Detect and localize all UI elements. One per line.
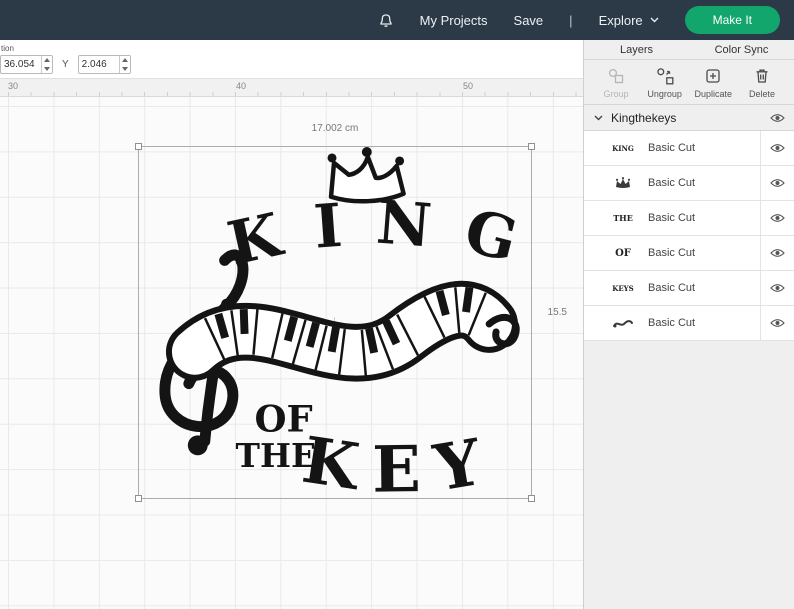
eye-icon bbox=[770, 284, 785, 292]
keys-layer-thumbnail: KEYS bbox=[612, 283, 634, 293]
bell-icon bbox=[379, 13, 392, 27]
layer-cut-type: Basic Cut bbox=[648, 282, 696, 294]
y-stepper-up[interactable] bbox=[120, 56, 130, 65]
chevron-down-icon bbox=[594, 115, 603, 120]
eye-icon bbox=[770, 179, 785, 187]
clef-keys-thumbnail bbox=[606, 311, 640, 335]
position-label: tion bbox=[1, 44, 14, 53]
delete-button[interactable]: Delete bbox=[738, 67, 786, 99]
the-layer-thumbnail: THE bbox=[613, 213, 633, 223]
ungroup-icon bbox=[656, 68, 674, 85]
my-projects-label: My Projects bbox=[419, 12, 488, 28]
of-layer-thumbnail: OF bbox=[615, 247, 631, 259]
x-stepper-down[interactable] bbox=[42, 65, 52, 74]
layer-row-keys[interactable]: KEYS Basic Cut bbox=[584, 271, 794, 306]
make-it-button[interactable]: Make It bbox=[684, 6, 780, 34]
topbar-divider: | bbox=[569, 12, 573, 28]
clef-keys-icon bbox=[613, 320, 633, 328]
layer-row-of[interactable]: OF Basic Cut bbox=[584, 236, 794, 271]
layer-row-king[interactable]: KING Basic Cut bbox=[584, 131, 794, 166]
ruler-tick-40: 40 bbox=[236, 81, 247, 91]
layer-group-header[interactable]: Kingthekeys bbox=[584, 105, 794, 131]
piano-key-ribbon bbox=[165, 280, 520, 382]
group-button[interactable]: Group bbox=[592, 67, 640, 99]
ungroup-button[interactable]: Ungroup bbox=[641, 67, 689, 99]
eye-icon bbox=[770, 249, 785, 257]
x-position-field[interactable] bbox=[0, 55, 53, 74]
layer-cut-type: Basic Cut bbox=[648, 317, 696, 329]
delete-icon bbox=[756, 69, 768, 83]
layers-panel: Layers Color Sync Group Ungroup Duplicat… bbox=[583, 40, 794, 609]
eye-icon bbox=[769, 113, 785, 122]
y-axis-label: Y bbox=[62, 59, 69, 70]
ruler-tick-50: 50 bbox=[463, 81, 474, 91]
selection-bounding-box[interactable]: 17.002 cm 15.5 KIN OF THE KEY bbox=[135, 123, 567, 502]
group-label: Group bbox=[603, 89, 629, 99]
of-word: OF bbox=[254, 396, 312, 440]
main-content: tion Y bbox=[0, 40, 794, 609]
layer-actions-toolbar: Group Ungroup Duplicate Delete bbox=[584, 60, 794, 105]
save-link[interactable]: Save bbox=[514, 13, 544, 28]
layer-visibility-toggle[interactable] bbox=[760, 131, 794, 165]
explore-menu[interactable]: Explore bbox=[599, 13, 659, 28]
king-layer-thumbnail: KING bbox=[612, 143, 634, 153]
chevron-down-icon bbox=[650, 17, 659, 23]
eye-icon bbox=[770, 319, 785, 327]
eye-icon bbox=[770, 144, 785, 152]
y-stepper bbox=[118, 56, 130, 74]
work-area: tion Y bbox=[0, 40, 583, 609]
explore-label: Explore bbox=[598, 12, 643, 28]
panel-tabs: Layers Color Sync bbox=[584, 40, 794, 60]
design-canvas[interactable]: 17.002 cm 15.5 KIN OF THE KEY bbox=[0, 97, 583, 609]
group-visibility-toggle[interactable] bbox=[760, 105, 794, 130]
layer-visibility-toggle[interactable] bbox=[760, 271, 794, 305]
tab-color-sync[interactable]: Color Sync bbox=[689, 40, 794, 59]
y-position-field[interactable] bbox=[77, 55, 131, 74]
layer-cut-type: Basic Cut bbox=[648, 247, 696, 259]
top-nav-bar: My Projects Save | Explore Make It bbox=[0, 0, 794, 40]
layer-group-name: Kingthekeys bbox=[611, 110, 677, 125]
tab-layers[interactable]: Layers bbox=[584, 40, 689, 59]
layer-visibility-toggle[interactable] bbox=[760, 236, 794, 270]
eye-icon bbox=[770, 214, 785, 222]
edit-toolbar: tion Y bbox=[0, 40, 583, 79]
selection-width-label: 17.002 cm bbox=[311, 123, 359, 134]
save-label: Save bbox=[513, 12, 544, 28]
crown-icon bbox=[615, 177, 631, 188]
layer-row-crown[interactable]: Basic Cut bbox=[584, 166, 794, 201]
group-icon bbox=[608, 68, 624, 84]
layer-row-the[interactable]: THE Basic Cut bbox=[584, 201, 794, 236]
king-of-the-keys-artwork[interactable]: KING OF THE KEYS bbox=[139, 147, 531, 498]
delete-label: Delete bbox=[748, 89, 775, 99]
duplicate-button[interactable]: Duplicate bbox=[689, 67, 737, 99]
ungroup-label: Ungroup bbox=[647, 89, 682, 99]
x-stepper bbox=[41, 56, 52, 73]
layer-visibility-toggle[interactable] bbox=[760, 306, 794, 340]
duplicate-icon bbox=[706, 69, 720, 83]
duplicate-label: Duplicate bbox=[694, 89, 733, 99]
clef-dot bbox=[187, 435, 208, 456]
y-position-input[interactable] bbox=[78, 56, 119, 73]
y-stepper-down[interactable] bbox=[120, 65, 130, 74]
horizontal-ruler: 30 40 50 bbox=[0, 79, 583, 97]
layer-cut-type: Basic Cut bbox=[648, 212, 696, 224]
notifications-button[interactable] bbox=[378, 12, 394, 29]
layer-visibility-toggle[interactable] bbox=[760, 166, 794, 200]
position-fields: Y bbox=[0, 55, 131, 74]
x-position-input[interactable] bbox=[1, 56, 41, 73]
ruler-tick-30: 30 bbox=[8, 81, 19, 91]
layer-cut-type: Basic Cut bbox=[648, 177, 696, 189]
layer-visibility-toggle[interactable] bbox=[760, 201, 794, 235]
my-projects-link[interactable]: My Projects bbox=[420, 13, 488, 28]
layer-cut-type: Basic Cut bbox=[648, 142, 696, 154]
x-stepper-up[interactable] bbox=[42, 56, 52, 65]
crown-thumbnail bbox=[606, 171, 640, 195]
layer-row-clef-keys[interactable]: Basic Cut bbox=[584, 306, 794, 341]
selection-height-label: 15.5 bbox=[547, 307, 567, 318]
